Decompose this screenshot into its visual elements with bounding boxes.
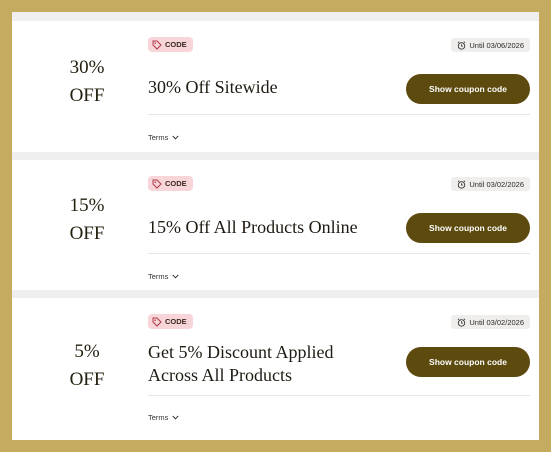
discount-off: OFF: [69, 223, 105, 244]
chevron-down-icon: [172, 415, 179, 420]
coupon-card: 30% OFF CODE Until 03/06/2026 30% Off Si…: [12, 21, 539, 152]
coupon-title-line: Across All Products: [148, 365, 292, 385]
terms-toggle[interactable]: Terms: [148, 133, 179, 142]
code-badge: CODE: [148, 37, 193, 52]
show-coupon-code-button[interactable]: Show coupon code: [406, 347, 530, 377]
terms-label: Terms: [148, 272, 169, 281]
code-badge: CODE: [148, 176, 193, 191]
expiry-text: Until 03/02/2026: [469, 317, 524, 327]
terms-label: Terms: [148, 133, 169, 142]
discount-off: OFF: [69, 85, 105, 106]
code-badge: CODE: [148, 314, 193, 329]
tag-icon: [152, 179, 162, 189]
expiry-badge: Until 03/02/2026: [451, 177, 530, 191]
divider: [148, 114, 530, 115]
expiry-text: Until 03/06/2026: [469, 40, 524, 50]
expiry-badge: Until 03/06/2026: [451, 38, 530, 52]
discount-label: 5% OFF: [47, 338, 127, 394]
divider: [148, 395, 530, 396]
coupon-card: 5% OFF CODE Until 03/02/2026 Get 5% Disc…: [12, 298, 539, 440]
alarm-clock-icon: [458, 317, 466, 327]
coupon-title-line: 15% Off All Products Online: [148, 217, 358, 237]
terms-toggle[interactable]: Terms: [148, 272, 179, 281]
code-badge-label: CODE: [165, 40, 187, 49]
tag-icon: [152, 40, 162, 50]
alarm-clock-icon: [458, 179, 466, 189]
expiry-badge: Until 03/02/2026: [451, 315, 530, 329]
divider: [148, 253, 530, 254]
discount-percent: 15%: [69, 195, 105, 216]
chevron-down-icon: [172, 274, 179, 279]
coupon-title: 15% Off All Products Online: [148, 216, 358, 239]
coupon-title-line: Get 5% Discount Applied: [148, 342, 334, 362]
discount-label: 30% OFF: [47, 54, 127, 110]
coupon-title: 30% Off Sitewide: [148, 76, 278, 99]
code-badge-label: CODE: [165, 179, 187, 188]
terms-toggle[interactable]: Terms: [148, 413, 179, 422]
coupon-card: 15% OFF CODE Until 03/02/2026 15% Off Al…: [12, 160, 539, 290]
discount-percent: 5%: [74, 341, 100, 362]
discount-off: OFF: [69, 369, 105, 390]
expiry-text: Until 03/02/2026: [469, 179, 524, 189]
discount-label: 15% OFF: [47, 192, 127, 248]
code-badge-label: CODE: [165, 317, 187, 326]
discount-percent: 30%: [69, 57, 105, 78]
tag-icon: [152, 317, 162, 327]
coupon-title-line: 30% Off Sitewide: [148, 77, 278, 97]
show-coupon-code-button[interactable]: Show coupon code: [406, 74, 530, 104]
show-coupon-code-button[interactable]: Show coupon code: [406, 213, 530, 243]
alarm-clock-icon: [458, 40, 466, 50]
chevron-down-icon: [172, 135, 179, 140]
coupon-title: Get 5% Discount Applied Across All Produ…: [148, 341, 333, 387]
coupon-list-frame: 30% OFF CODE Until 03/06/2026 30% Off Si…: [12, 12, 539, 440]
terms-label: Terms: [148, 413, 169, 422]
